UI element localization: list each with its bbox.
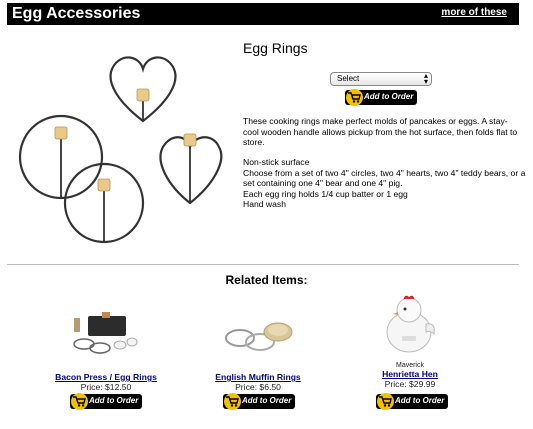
description-text: These cooking rings make perfect molds o…: [243, 116, 518, 148]
section-divider: [7, 264, 519, 265]
related-item-image-muffin-rings[interactable]: [222, 318, 296, 354]
add-to-order-label: Add to Order: [364, 92, 414, 101]
related-item-name[interactable]: Henrietta Hen: [360, 369, 460, 379]
related-item-price: Price: $29.99: [384, 379, 436, 389]
add-to-order-label: Add to Order: [242, 396, 292, 405]
related-item-henrietta-hen: Maverick Henrietta Hen Price: $29.99: [360, 362, 460, 389]
page-title: Egg Accessories: [12, 5, 141, 22]
related-item-image-bacon-press[interactable]: [70, 312, 142, 356]
related-item-brand: Maverick: [395, 362, 424, 369]
option-select[interactable]: Select ▴ ▾: [330, 72, 432, 86]
product-description: These cooking rings make perfect molds o…: [243, 116, 523, 148]
feature-line: Non-stick surface: [243, 157, 310, 167]
related-items-heading: Related Items:: [225, 273, 308, 287]
option-select-value: Select: [337, 74, 360, 83]
more-of-these-link[interactable]: more of these: [441, 7, 507, 18]
add-to-order-label: Add to Order: [89, 396, 139, 405]
related-item-price: Price: $12.50: [80, 382, 132, 392]
related-item-name[interactable]: English Muffin Rings: [196, 372, 320, 382]
add-to-order-button[interactable]: Add to Order: [223, 393, 295, 410]
product-title: Egg Rings: [243, 40, 308, 56]
cart-icon: [71, 393, 88, 410]
header-bar: Egg Accessories more of these: [7, 3, 519, 25]
cart-icon: [377, 393, 394, 410]
add-to-order-button[interactable]: Add to Order: [345, 89, 417, 106]
add-to-order-label: Add to Order: [395, 396, 445, 405]
product-image: [7, 31, 235, 250]
cart-icon: [224, 393, 241, 410]
feature-line: Each egg ring holds 1/4 cup batter or 1 …: [243, 188, 408, 199]
related-item-image-henrietta-hen[interactable]: [378, 294, 440, 356]
feature-line: Hand wash: [243, 199, 286, 210]
product-features: Non-stick surface Choose from a set of t…: [243, 157, 528, 210]
add-to-order-button[interactable]: Add to Order: [70, 393, 142, 410]
related-item-price: Price: $6.50: [235, 382, 281, 392]
related-item-bacon-press: Bacon Press / Egg Rings Price: $12.50: [40, 372, 172, 392]
feature-line: Choose from a set of two 4" circles, two…: [243, 167, 526, 189]
cart-icon: [346, 89, 363, 106]
related-item-name[interactable]: Bacon Press / Egg Rings: [40, 372, 172, 382]
select-arrows-icon: ▴ ▾: [423, 71, 428, 86]
related-item-muffin-rings: English Muffin Rings Price: $6.50: [196, 372, 320, 392]
add-to-order-button[interactable]: Add to Order: [376, 393, 448, 410]
